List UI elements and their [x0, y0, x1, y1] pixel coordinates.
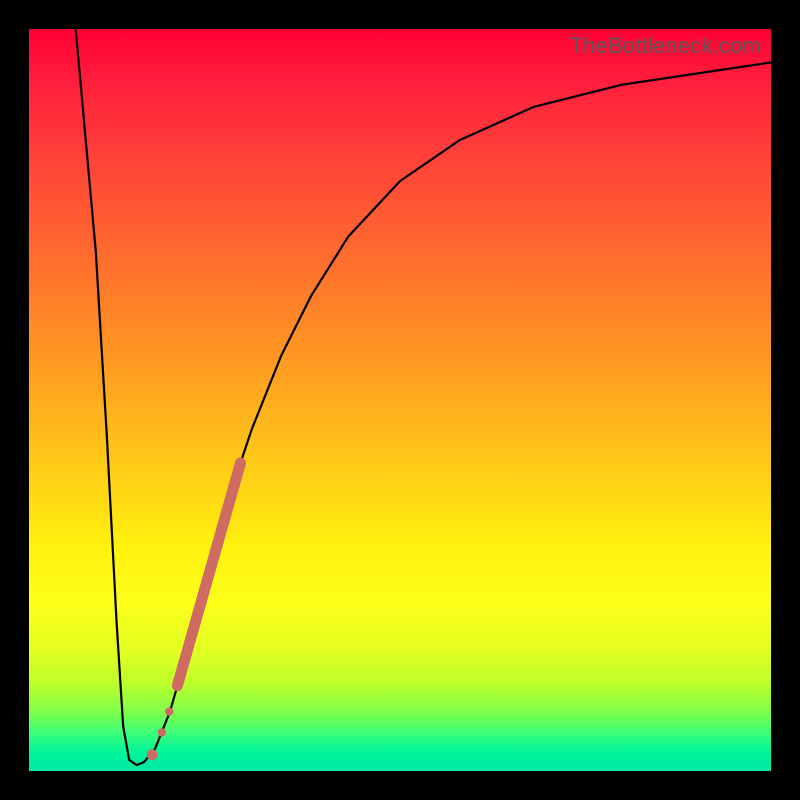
highlight-dot — [158, 728, 166, 736]
highlight-dot — [147, 749, 158, 760]
chart-container: TheBottleneck.com — [0, 0, 800, 800]
highlight-dots — [147, 707, 174, 760]
highlight-segment — [177, 463, 240, 686]
plot-area: TheBottleneck.com — [29, 29, 771, 771]
bottleneck-curve — [76, 29, 771, 765]
highlight-dot — [165, 707, 173, 715]
chart-svg — [29, 29, 771, 771]
